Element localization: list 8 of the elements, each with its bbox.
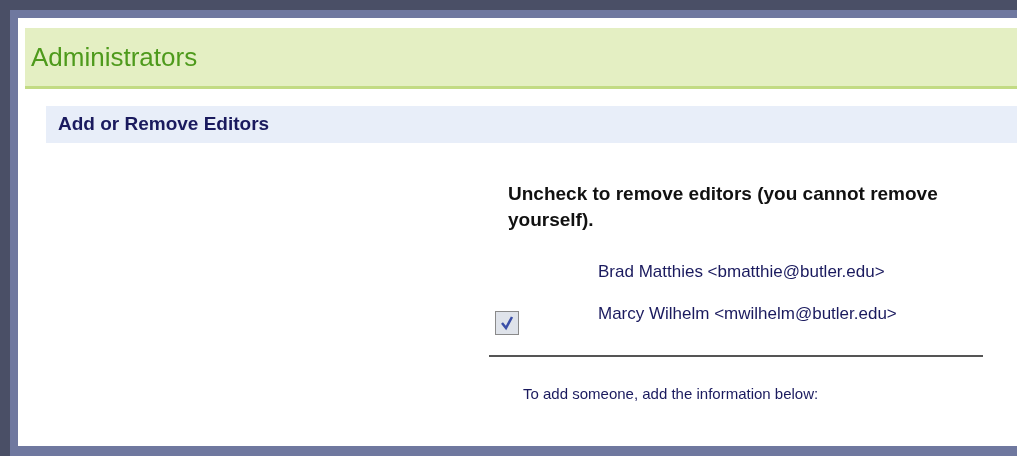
section-title: Add or Remove Editors [58, 112, 270, 137]
instructions-text: Uncheck to remove editors (you cannot remove yourself). [508, 182, 939, 232]
editor-name: Marcy Wilhelm <mwilhelm@butler.edu> [598, 303, 897, 325]
add-hint-text: To add someone, add the information below: [523, 384, 820, 404]
editor-name: Brad Matthies <bmatthie@butler.edu> [598, 261, 885, 283]
page-title: Administrators [31, 40, 198, 74]
check-icon [499, 315, 515, 331]
checkbox[interactable] [495, 311, 519, 335]
